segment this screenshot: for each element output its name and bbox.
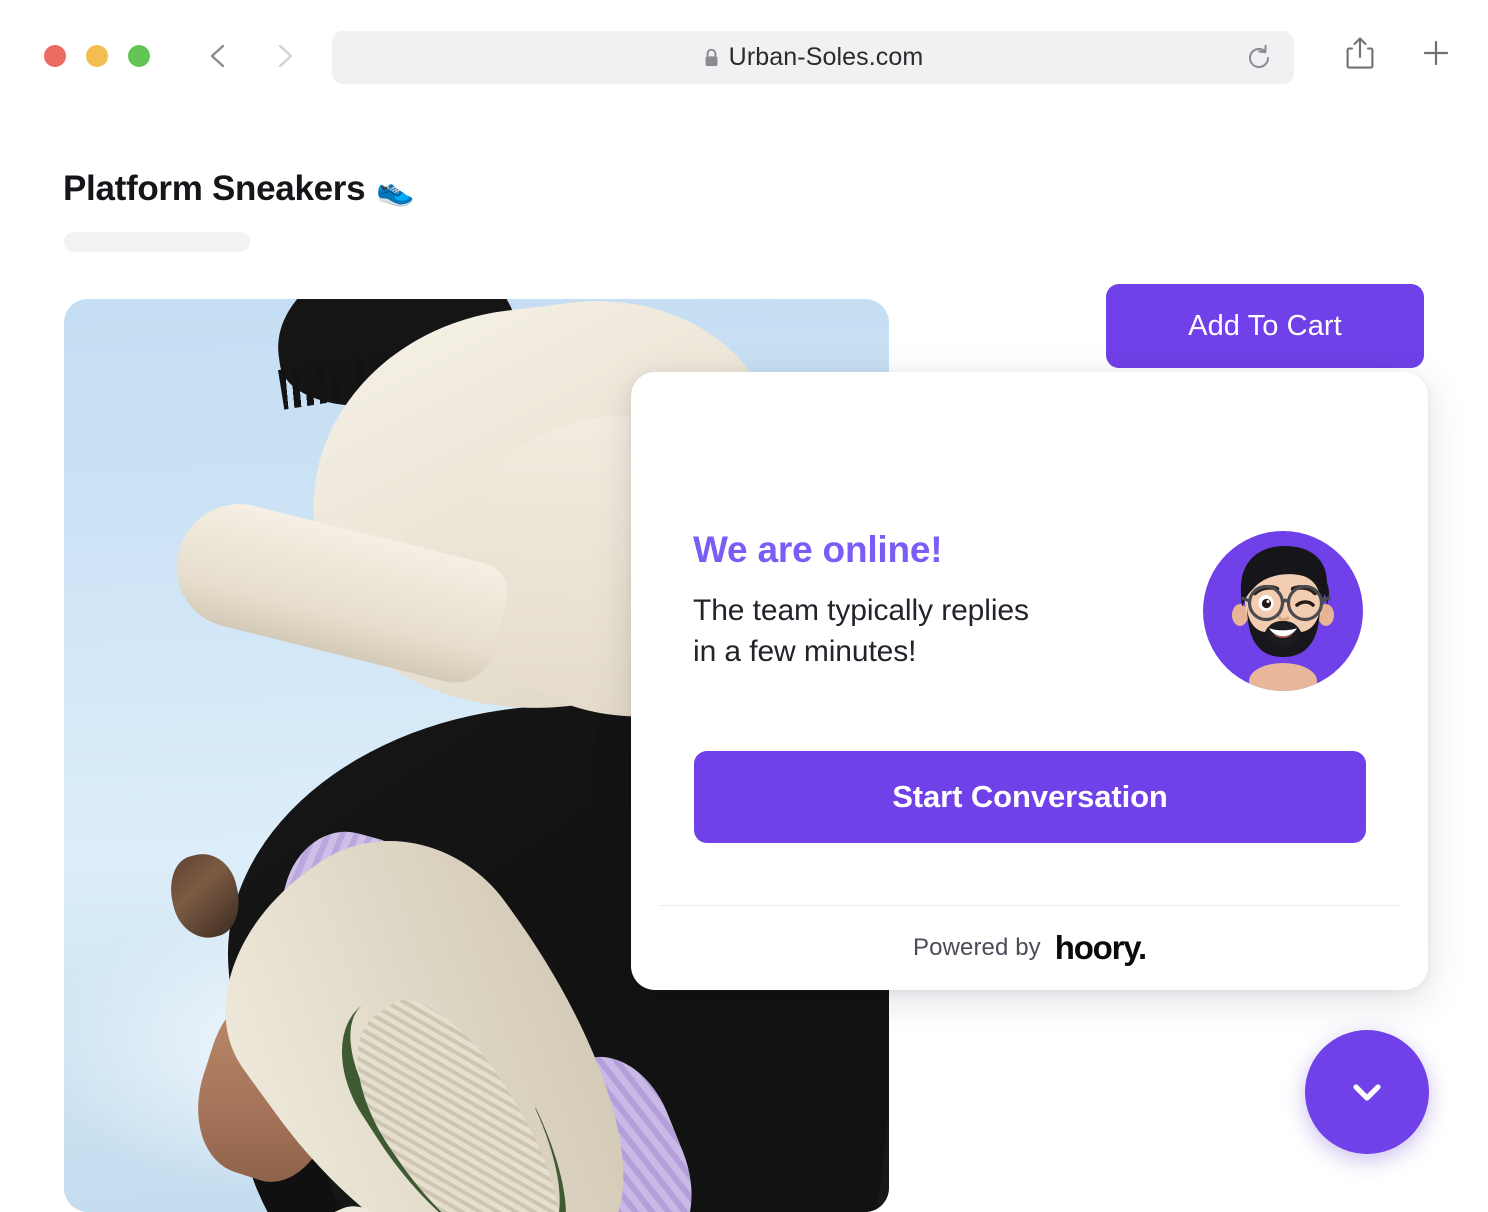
back-arrow-icon[interactable] bbox=[200, 38, 236, 74]
forward-arrow-icon[interactable] bbox=[267, 38, 303, 74]
chat-widget-body: We are online! The team typically replie… bbox=[631, 372, 1428, 905]
window-controls bbox=[44, 45, 150, 67]
chat-greeting: We are online! The team typically replie… bbox=[693, 529, 1113, 673]
close-window-button[interactable] bbox=[44, 45, 66, 67]
lock-icon bbox=[703, 48, 720, 68]
minimize-window-button[interactable] bbox=[86, 45, 108, 67]
browser-toolbar: Urban-Soles.com bbox=[0, 0, 1488, 113]
address-bar[interactable]: Urban-Soles.com bbox=[332, 31, 1294, 84]
reload-icon[interactable] bbox=[1244, 43, 1274, 73]
plus-icon[interactable] bbox=[1420, 36, 1452, 70]
chat-widget-panel: We are online! The team typically replie… bbox=[631, 372, 1428, 990]
start-conversation-button[interactable]: Start Conversation bbox=[694, 751, 1366, 843]
agent-avatar bbox=[1203, 531, 1363, 691]
navigation-arrows bbox=[200, 38, 303, 74]
chat-greeting-subtitle-line-2: in a few minutes! bbox=[693, 634, 917, 668]
chat-footer: Powered by hoory. bbox=[631, 906, 1428, 990]
chat-greeting-title: We are online! bbox=[693, 529, 943, 570]
page-title-text: Platform Sneakers bbox=[63, 169, 366, 208]
chevron-down-icon bbox=[1343, 1068, 1391, 1116]
powered-by-label: Powered by bbox=[913, 934, 1041, 961]
subtitle-skeleton-placeholder bbox=[64, 232, 250, 252]
toolbar-actions bbox=[1344, 36, 1452, 70]
chat-toggle-button[interactable] bbox=[1305, 1030, 1429, 1154]
browser-window: Urban-Soles.com Platform Sneakers 👟 Add … bbox=[0, 0, 1488, 1212]
address-bar-url: Urban-Soles.com bbox=[728, 43, 924, 71]
page-header: Platform Sneakers 👟 Add To Cart bbox=[0, 113, 1488, 368]
chat-greeting-subtitle-line-1: The team typically replies bbox=[693, 594, 1029, 627]
maximize-window-button[interactable] bbox=[128, 45, 150, 67]
page-title: Platform Sneakers 👟 bbox=[63, 169, 415, 209]
add-to-cart-button[interactable]: Add To Cart bbox=[1106, 284, 1424, 368]
address-bar-content: Urban-Soles.com bbox=[703, 43, 924, 72]
chat-greeting-subtitle: The team typically replies in a few minu… bbox=[693, 591, 1113, 673]
hoory-logo[interactable]: hoory. bbox=[1055, 929, 1147, 967]
sneaker-emoji-icon: 👟 bbox=[376, 171, 415, 207]
share-icon[interactable] bbox=[1344, 36, 1376, 70]
